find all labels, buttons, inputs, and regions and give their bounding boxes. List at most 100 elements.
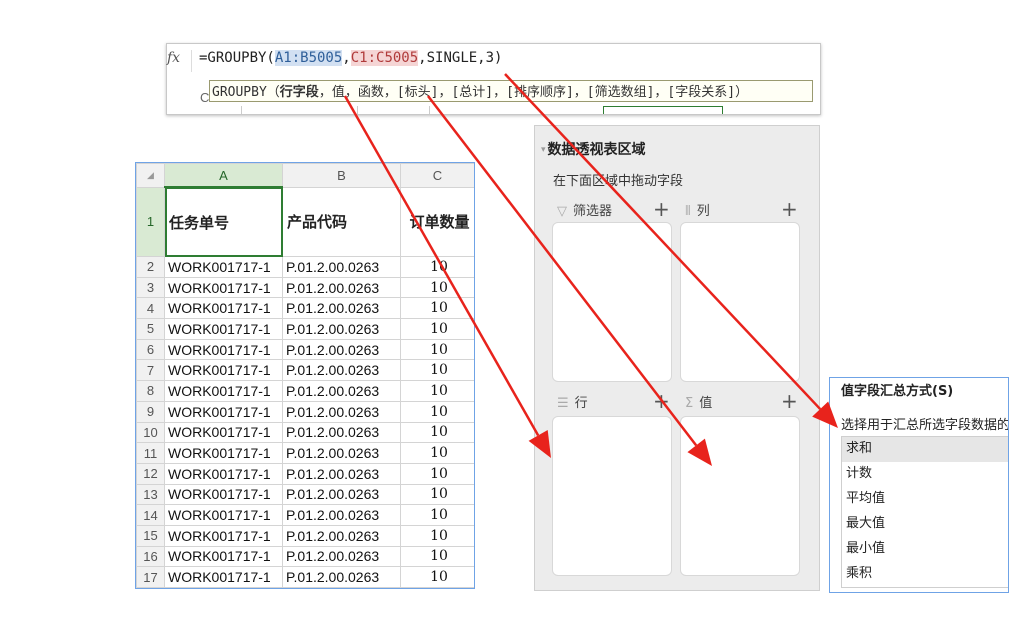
cell-a[interactable]: WORK001717-1: [164, 483, 283, 506]
cell-b[interactable]: P.01.2.00.0263: [282, 442, 401, 464]
add-column-field-button[interactable]: +: [781, 199, 798, 219]
summary-option[interactable]: 乘积: [842, 562, 1008, 587]
summary-option[interactable]: 最小值: [842, 537, 1008, 562]
cell-b[interactable]: P.01.2.00.0263: [282, 256, 401, 278]
cell-c[interactable]: 10: [400, 359, 474, 382]
row-header[interactable]: 2: [136, 256, 165, 278]
table-row: 13 WORK001717-1 P.01.2.00.0263 10: [136, 483, 474, 506]
cell-a[interactable]: WORK001717-1: [164, 462, 283, 485]
summary-option[interactable]: 平均值: [842, 487, 1008, 512]
cell-b[interactable]: P.01.2.00.0263: [282, 338, 401, 361]
cell-b[interactable]: P.01.2.00.0263: [282, 297, 401, 320]
filter-drop-zone[interactable]: [552, 222, 672, 382]
row-header[interactable]: 3: [136, 276, 165, 299]
cell-a[interactable]: WORK001717-1: [164, 318, 283, 340]
cell-b[interactable]: P.01.2.00.0263: [282, 400, 401, 423]
cell-a[interactable]: WORK001717-1: [164, 442, 283, 464]
cell-a[interactable]: WORK001717-1: [164, 566, 283, 588]
formula-separator: ,: [342, 50, 351, 66]
cell-c[interactable]: 10: [400, 442, 474, 464]
cell-c[interactable]: 10: [400, 276, 474, 299]
table-row: 10 WORK001717-1 P.01.2.00.0263 10: [136, 421, 474, 444]
cell-c[interactable]: 10: [400, 566, 474, 588]
select-all-corner[interactable]: ◢: [136, 163, 165, 188]
cell-c[interactable]: 10: [400, 338, 474, 361]
cell-c1[interactable]: 订单数量: [400, 186, 474, 257]
cell-b[interactable]: P.01.2.00.0263: [282, 359, 401, 382]
cell-a[interactable]: WORK001717-1: [164, 421, 283, 444]
row-header[interactable]: 6: [136, 338, 165, 361]
column-header-a[interactable]: A: [164, 163, 283, 188]
cell-a[interactable]: WORK001717-1: [164, 276, 283, 299]
cell-b[interactable]: P.01.2.00.0263: [282, 276, 401, 299]
summary-function-list[interactable]: 求和 计数 平均值 最大值 最小值 乘积: [841, 436, 1008, 588]
row-header[interactable]: 13: [136, 483, 165, 506]
row-header[interactable]: 7: [136, 359, 165, 382]
cell-a[interactable]: WORK001717-1: [164, 338, 283, 361]
row-header[interactable]: 4: [136, 297, 165, 320]
cell-b[interactable]: P.01.2.00.0263: [282, 462, 401, 485]
row-header[interactable]: 11: [136, 442, 165, 464]
table-row: 17 WORK001717-1 P.01.2.00.0263 10: [136, 566, 474, 588]
cell-c[interactable]: 10: [400, 256, 474, 278]
table-row: 4 WORK001717-1 P.01.2.00.0263 10: [136, 297, 474, 320]
row-header[interactable]: 5: [136, 318, 165, 340]
add-row-field-button[interactable]: +: [653, 391, 670, 411]
summary-option[interactable]: 最大值: [842, 512, 1008, 537]
row-header[interactable]: 8: [136, 380, 165, 402]
add-value-field-button[interactable]: +: [781, 391, 798, 411]
cell-a[interactable]: WORK001717-1: [164, 359, 283, 382]
cell-a1[interactable]: 任务单号: [164, 186, 283, 257]
row-header[interactable]: 10: [136, 421, 165, 444]
summary-option[interactable]: 求和: [842, 437, 1008, 462]
cell-c[interactable]: 10: [400, 545, 474, 568]
cell-c[interactable]: 10: [400, 421, 474, 444]
cell-b[interactable]: P.01.2.00.0263: [282, 524, 401, 547]
column-drop-zone[interactable]: [680, 222, 800, 382]
row-header[interactable]: 9: [136, 400, 165, 423]
cell-a[interactable]: WORK001717-1: [164, 545, 283, 568]
cell-c[interactable]: 10: [400, 504, 474, 526]
row-drop-zone[interactable]: [552, 416, 672, 576]
table-row: 1 任务单号 产品代码 订单数量: [136, 186, 474, 257]
cell-c[interactable]: 10: [400, 318, 474, 340]
cell-a[interactable]: WORK001717-1: [164, 380, 283, 402]
cell-b1[interactable]: 产品代码: [282, 186, 401, 257]
row-header[interactable]: 16: [136, 545, 165, 568]
cell-b[interactable]: P.01.2.00.0263: [282, 421, 401, 444]
collapse-icon[interactable]: ▾: [541, 145, 546, 155]
column-header-c[interactable]: C: [400, 163, 474, 188]
cell-a[interactable]: WORK001717-1: [164, 504, 283, 526]
cell-c[interactable]: 10: [400, 462, 474, 485]
cell-b[interactable]: P.01.2.00.0263: [282, 545, 401, 568]
cell-c[interactable]: 10: [400, 524, 474, 547]
table-row: 14 WORK001717-1 P.01.2.00.0263 10: [136, 504, 474, 526]
row-header[interactable]: 14: [136, 504, 165, 526]
cell-c[interactable]: 10: [400, 400, 474, 423]
add-filter-field-button[interactable]: +: [653, 199, 670, 219]
row-header[interactable]: 1: [136, 186, 165, 257]
formula-input[interactable]: =GROUPBY(A1:B5005,C1:C5005,SINGLE,3): [199, 50, 502, 72]
cell-c[interactable]: 10: [400, 483, 474, 506]
cell-b[interactable]: P.01.2.00.0263: [282, 380, 401, 402]
row-header[interactable]: 15: [136, 524, 165, 547]
cell-a[interactable]: WORK001717-1: [164, 256, 283, 278]
cell-c[interactable]: 10: [400, 380, 474, 402]
summary-option[interactable]: 计数: [842, 462, 1008, 487]
fx-icon[interactable]: fx: [167, 50, 180, 66]
cell-a[interactable]: WORK001717-1: [164, 297, 283, 320]
cell-b[interactable]: P.01.2.00.0263: [282, 318, 401, 340]
cell-b[interactable]: P.01.2.00.0263: [282, 504, 401, 526]
cell-c[interactable]: 10: [400, 297, 474, 320]
cell-a[interactable]: WORK001717-1: [164, 524, 283, 547]
cell-b[interactable]: P.01.2.00.0263: [282, 566, 401, 588]
selected-cell-stub: [603, 106, 723, 114]
column-header-b[interactable]: B: [282, 163, 401, 188]
cell-b[interactable]: P.01.2.00.0263: [282, 483, 401, 506]
cell-a[interactable]: WORK001717-1: [164, 400, 283, 423]
row-header[interactable]: 12: [136, 462, 165, 485]
tooltip-remaining-arguments: ，值，函数，[标头]，[总计]，[排序顺序]，[筛选数组]，[字段关系]）: [318, 85, 749, 100]
value-drop-zone[interactable]: [680, 416, 800, 576]
formula-bar: fx =GROUPBY(A1:B5005,C1:C5005,SINGLE,3) …: [166, 43, 821, 115]
row-header[interactable]: 17: [136, 566, 165, 588]
